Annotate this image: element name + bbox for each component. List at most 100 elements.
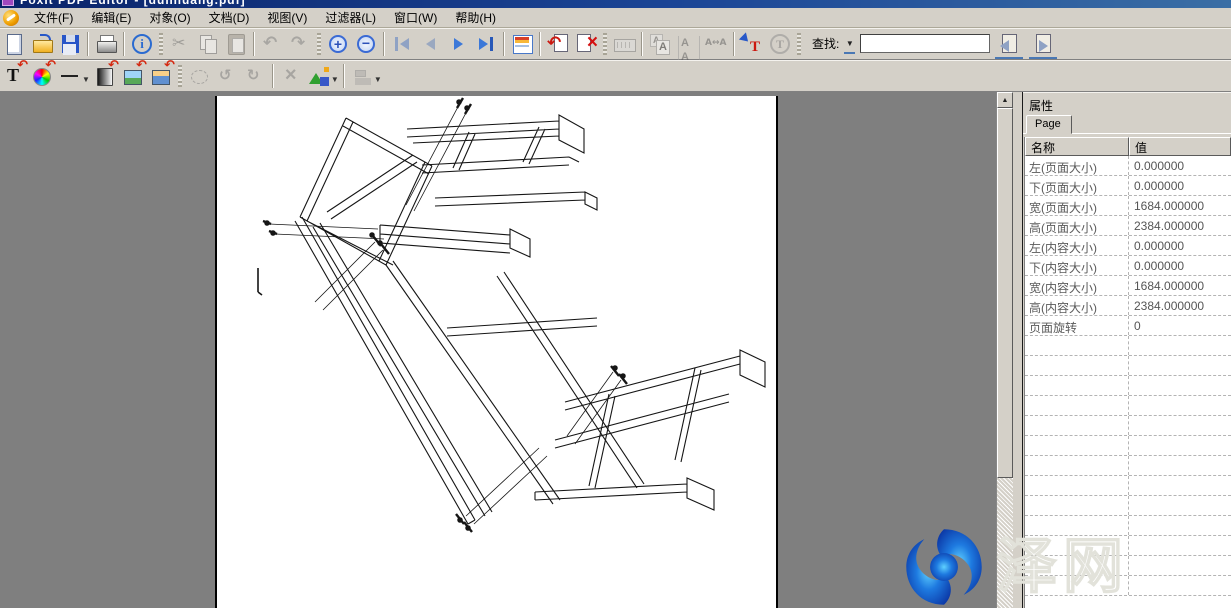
new-document-button[interactable]: [0, 30, 28, 58]
add-text-icon: [740, 32, 764, 56]
menu-item-edit[interactable]: 编辑(E): [82, 7, 140, 28]
find-next-button[interactable]: [1028, 31, 1058, 57]
property-value[interactable]: 2384.000000: [1129, 216, 1231, 235]
property-row[interactable]: 高(页面大小)2384.000000: [1025, 216, 1231, 236]
property-value[interactable]: [1129, 456, 1231, 475]
property-row[interactable]: 高(内容大小)2384.000000: [1025, 296, 1231, 316]
toolbar-separator: [503, 32, 505, 56]
menu-item-window[interactable]: 窗口(W): [385, 7, 446, 28]
property-value[interactable]: 0.000000: [1129, 156, 1231, 175]
zoom-in-button[interactable]: [324, 30, 352, 58]
fill-tool-button[interactable]: [91, 62, 119, 90]
property-value[interactable]: [1129, 496, 1231, 515]
property-value[interactable]: 0.000000: [1129, 256, 1231, 275]
next-page-button[interactable]: [444, 30, 472, 58]
revert-page-icon: [546, 32, 570, 56]
property-value[interactable]: [1129, 476, 1231, 495]
font-replace-icon: [648, 32, 672, 56]
menu-item-view[interactable]: 视图(V): [258, 7, 316, 28]
new-document-icon: [2, 32, 26, 56]
property-row[interactable]: [1025, 476, 1231, 496]
property-row[interactable]: [1025, 536, 1231, 556]
menu-item-document[interactable]: 文档(D): [200, 7, 259, 28]
menu-item-file[interactable]: 文件(F): [25, 7, 82, 28]
add-text-button[interactable]: [738, 30, 766, 58]
image-replace-button[interactable]: [147, 62, 175, 90]
property-value[interactable]: 1684.000000: [1129, 196, 1231, 215]
property-row[interactable]: [1025, 496, 1231, 516]
rotate-left-button: [213, 62, 241, 90]
prev-page-icon: [418, 32, 442, 56]
menu-item-help[interactable]: 帮助(H): [446, 7, 505, 28]
property-row[interactable]: 宽(内容大小)1684.000000: [1025, 276, 1231, 296]
print-button[interactable]: [92, 30, 120, 58]
next-page-icon: [446, 32, 470, 56]
toolbar-edit: ▼▼▼: [0, 60, 1231, 92]
property-row[interactable]: [1025, 516, 1231, 536]
pdf-page[interactable]: [215, 96, 778, 608]
property-row[interactable]: [1025, 336, 1231, 356]
line-tool-button[interactable]: [56, 62, 84, 90]
image-edit-button[interactable]: [119, 62, 147, 90]
property-row[interactable]: 下(页面大小)0.000000: [1025, 176, 1231, 196]
menu-bar: 文件(F)编辑(E)对象(O)文档(D)视图(V)过滤器(L)窗口(W)帮助(H…: [0, 8, 1231, 28]
revert-page-button[interactable]: [544, 30, 572, 58]
property-value[interactable]: [1129, 536, 1231, 555]
prev-page-button[interactable]: [416, 30, 444, 58]
property-row[interactable]: [1025, 576, 1231, 596]
property-value[interactable]: [1129, 396, 1231, 415]
property-row[interactable]: [1025, 436, 1231, 456]
about-info-button[interactable]: [128, 30, 156, 58]
open-file-button[interactable]: [28, 30, 56, 58]
property-value[interactable]: [1129, 436, 1231, 455]
zoom-out-button[interactable]: [352, 30, 380, 58]
find-input[interactable]: [860, 34, 990, 53]
property-row[interactable]: 左(页面大小)0.000000: [1025, 156, 1231, 176]
property-row[interactable]: 宽(页面大小)1684.000000: [1025, 196, 1231, 216]
property-value[interactable]: [1129, 356, 1231, 375]
page-thumbnails-button[interactable]: [508, 30, 536, 58]
property-value[interactable]: 0.000000: [1129, 176, 1231, 195]
last-page-button[interactable]: [472, 30, 500, 58]
color-tool-button[interactable]: [28, 62, 56, 90]
property-row[interactable]: [1025, 456, 1231, 476]
paste-button: [222, 30, 250, 58]
property-value[interactable]: [1129, 556, 1231, 575]
find-previous-button[interactable]: [994, 31, 1024, 57]
property-value[interactable]: [1129, 376, 1231, 395]
property-row[interactable]: [1025, 356, 1231, 376]
property-row[interactable]: 页面旋转0: [1025, 316, 1231, 336]
menu-item-object[interactable]: 对象(O): [140, 7, 199, 28]
first-page-button[interactable]: [388, 30, 416, 58]
text-tool-button[interactable]: [0, 62, 28, 90]
property-row[interactable]: [1025, 396, 1231, 416]
property-name: 下(页面大小): [1025, 176, 1129, 195]
scrollbar-thumb[interactable]: [997, 108, 1013, 478]
panel-splitter[interactable]: [1013, 92, 1023, 608]
toolbar-separator: [343, 64, 345, 88]
property-value[interactable]: 0: [1129, 316, 1231, 335]
tab-page[interactable]: Page: [1026, 115, 1072, 134]
property-row[interactable]: [1025, 376, 1231, 396]
property-value[interactable]: [1129, 576, 1231, 595]
property-value[interactable]: 2384.000000: [1129, 296, 1231, 315]
property-row[interactable]: 左(内容大小)0.000000: [1025, 236, 1231, 256]
menu-item-filter[interactable]: 过滤器(L): [316, 7, 385, 28]
property-value[interactable]: [1129, 416, 1231, 435]
save-file-button[interactable]: [56, 30, 84, 58]
property-row[interactable]: 下(内容大小)0.000000: [1025, 256, 1231, 276]
property-value[interactable]: [1129, 336, 1231, 355]
vertical-scrollbar[interactable]: ▲: [996, 92, 1013, 608]
property-name: [1025, 336, 1129, 355]
delete-page-button[interactable]: [572, 30, 600, 58]
property-row[interactable]: [1025, 416, 1231, 436]
find-history-caret-icon[interactable]: ▼: [843, 35, 856, 52]
property-row[interactable]: [1025, 556, 1231, 576]
find-label: 查找:: [812, 35, 839, 52]
property-value[interactable]: 1684.000000: [1129, 276, 1231, 295]
property-value[interactable]: 0.000000: [1129, 236, 1231, 255]
scroll-up-arrow-icon[interactable]: ▲: [997, 92, 1013, 108]
document-area[interactable]: [0, 92, 996, 608]
property-value[interactable]: [1129, 516, 1231, 535]
shapes-tool-button[interactable]: [305, 62, 333, 90]
